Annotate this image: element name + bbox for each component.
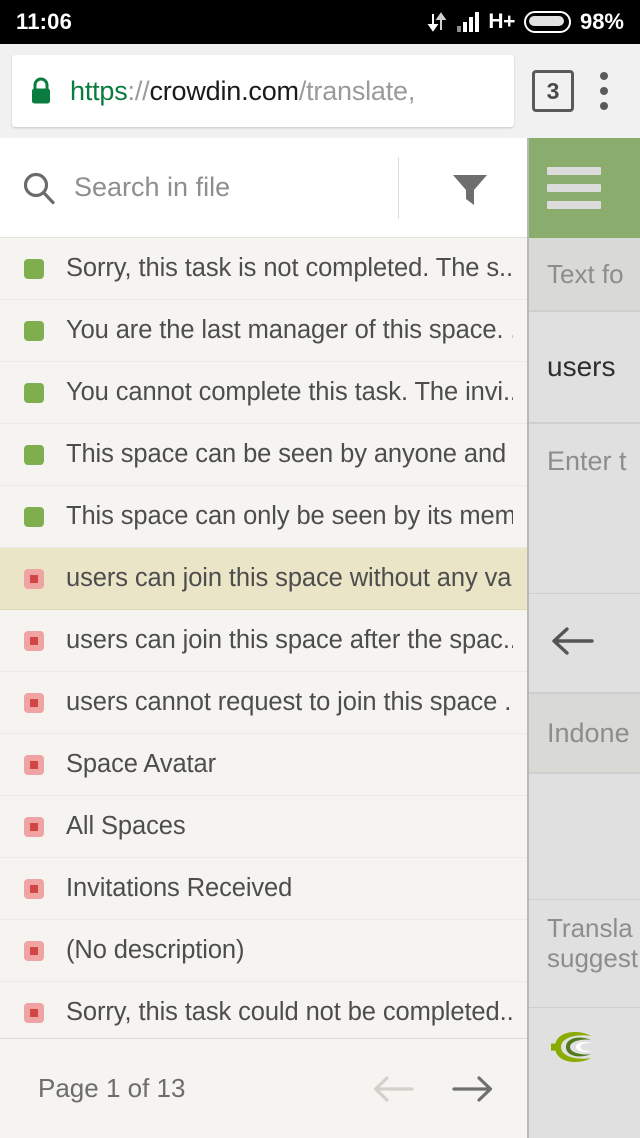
string-list-item[interactable]: Space Avatar [0,734,527,796]
browser-menu-button[interactable] [580,72,628,110]
status-marker-untranslated-icon [24,878,44,899]
search-input[interactable] [74,172,388,203]
pagination-bar: Page 1 of 13 [0,1038,527,1138]
editor-panel: Text fo users Enter t Indone Transla sug… [529,138,640,1138]
back-arrow-icon[interactable] [547,622,597,665]
string-list-item[interactable]: All Spaces [0,796,527,858]
burger-line [547,201,601,209]
string-list-item[interactable]: (No description) [0,920,527,982]
suggestions-title: Transla suggest [529,900,640,1008]
string-list-item[interactable]: You are the last manager of this space. … [0,300,527,362]
suggestion-item[interactable] [529,1008,640,1138]
data-transfer-icon [426,11,448,33]
strings-panel: Sorry, this task is not completed. The s… [0,138,529,1138]
string-list-item-text: users cannot request to join this space … [66,688,513,716]
status-marker-untranslated-icon [24,940,44,961]
status-marker-translated-icon [24,258,44,279]
browser-toolbar: https://crowdin.com/translate, 3 [0,44,640,138]
status-bar-indicators: H+ 98% [426,9,624,35]
kebab-dot [600,72,608,80]
status-marker-translated-icon [24,444,44,465]
status-marker-translated-icon [24,506,44,527]
app-body: Sorry, this task is not completed. The s… [0,138,640,1138]
suggestions-title-line2: suggest [547,942,639,973]
url-scheme: https [70,75,128,106]
editor-toolbar [529,594,640,694]
search-bar [0,138,527,238]
page-indicator: Page 1 of 13 [38,1073,186,1103]
status-marker-untranslated-icon [24,568,44,589]
android-status-bar: 11:06 H+ 98% [0,0,640,44]
string-list-item-text: This space can only be seen by its mem..… [66,502,513,530]
status-marker-translated-icon [24,320,44,341]
url-separator: :// [127,75,150,106]
string-list-item[interactable]: users can join this space without any va… [0,548,527,610]
signal-bars-icon [457,12,480,32]
source-string: users [529,312,640,424]
string-list-item-text: Space Avatar [66,750,217,778]
string-list-item[interactable]: users can join this space after the spac… [0,610,527,672]
battery-icon [523,11,571,33]
string-list-item-text: (No description) [66,936,245,964]
status-marker-untranslated-icon [24,692,44,713]
filter-icon[interactable] [433,165,507,211]
toolbar-divider [398,156,399,219]
next-page-button[interactable] [447,1063,499,1115]
string-list-item-text: users can join this space after the spac… [66,626,513,654]
url-path: /translate, [298,75,416,106]
string-list-item[interactable]: users cannot request to join this space … [0,672,527,734]
source-label: Text fo [529,238,640,312]
status-bar-clock: 11:06 [16,9,73,34]
hamburger-menu-icon[interactable] [547,167,601,209]
string-list-item[interactable]: Sorry, this task is not completed. The s… [0,238,527,300]
string-list-item-text: You are the last manager of this space. … [66,316,513,344]
status-marker-translated-icon [24,382,44,403]
tab-count-button[interactable]: 3 [532,70,574,112]
lock-icon [28,76,54,106]
network-type-label: H+ [488,10,515,33]
string-list-item[interactable]: You cannot complete this task. The invi.… [0,362,527,424]
address-bar[interactable]: https://crowdin.com/translate, [12,55,514,127]
burger-line [547,184,601,192]
translation-input[interactable]: Enter t [529,424,640,594]
strings-list[interactable]: Sorry, this task is not completed. The s… [0,238,527,1038]
crowdin-logo-icon [547,1030,593,1064]
status-marker-untranslated-icon [24,754,44,775]
target-language-label: Indone [529,694,640,774]
string-list-item-text: All Spaces [66,812,186,840]
string-list-item-text: Sorry, this task is not completed. The s… [66,254,513,282]
string-list-item[interactable]: Sorry, this task could not be completed.… [0,982,527,1038]
burger-line [547,167,601,175]
prev-page-button[interactable] [367,1063,419,1115]
phone-screen: 11:06 H+ 98% https://crowdin.com/transla… [0,0,640,1138]
string-list-item[interactable]: Invitations Received [0,858,527,920]
editor-empty-area [529,774,640,900]
status-marker-untranslated-icon [24,630,44,651]
string-list-item-text: Sorry, this task could not be completed.… [66,998,513,1026]
search-icon [20,169,58,207]
battery-percent-label: 98% [579,9,624,34]
string-list-item[interactable]: This space can only be seen by its mem..… [0,486,527,548]
status-marker-untranslated-icon [24,1002,44,1023]
url-host: crowdin.com [149,75,299,106]
suggestions-title-line1: Transla [547,913,633,943]
string-list-item-text: You cannot complete this task. The invi.… [66,378,513,406]
status-marker-untranslated-icon [24,816,44,837]
string-list-item[interactable]: This space can be seen by anyone and [0,424,527,486]
kebab-dot [600,102,608,110]
url-text: https://crowdin.com/translate, [70,76,415,107]
string-list-item-text: users can join this space without any va… [66,564,513,592]
string-list-item-text: Invitations Received [66,874,293,902]
pagination-buttons [367,1063,499,1115]
editor-header [529,138,640,238]
string-list-item-text: This space can be seen by anyone and [66,440,507,468]
kebab-dot [600,87,608,95]
